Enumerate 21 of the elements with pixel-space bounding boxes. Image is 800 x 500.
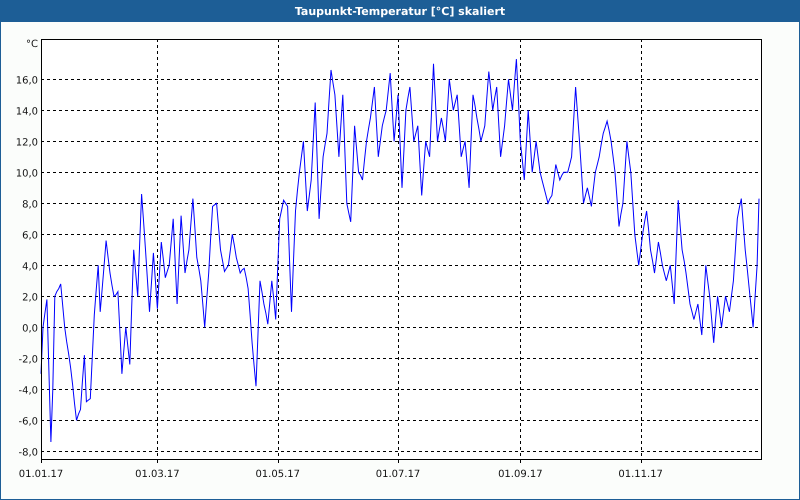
y-tick-label: 8,0 bbox=[22, 199, 38, 210]
y-tick-label: 0,0 bbox=[22, 323, 38, 334]
x-tick-label: 01.09.17 bbox=[498, 469, 543, 480]
x-tick-label: 01.07.17 bbox=[376, 469, 420, 480]
y-tick-label: -6,0 bbox=[18, 416, 38, 428]
y-tick-label: 12,0 bbox=[16, 137, 38, 148]
x-tick-label: 01.03.17 bbox=[135, 469, 180, 480]
y-tick-label: -8,0 bbox=[18, 447, 38, 458]
window-title: Taupunkt-Temperatur [°C] skaliert bbox=[294, 4, 506, 18]
x-tick-label: 01.05.17 bbox=[255, 469, 300, 480]
x-tick-label: 01.11.17 bbox=[618, 469, 663, 480]
x-tick-label: 01.01.17 bbox=[18, 469, 64, 480]
y-tick-label: -2,0 bbox=[18, 354, 38, 366]
y-tick-label: 16,0 bbox=[16, 75, 38, 86]
y-tick-label: 10,0 bbox=[16, 168, 38, 180]
y-tick-label: 6,0 bbox=[22, 230, 38, 242]
y-axis-unit: °C bbox=[26, 39, 38, 50]
y-tick-label: -4,0 bbox=[18, 385, 38, 396]
y-tick-label: 2,0 bbox=[22, 292, 38, 304]
y-tick-label: 14,0 bbox=[16, 106, 38, 118]
y-tick-label: 4,0 bbox=[22, 261, 38, 272]
